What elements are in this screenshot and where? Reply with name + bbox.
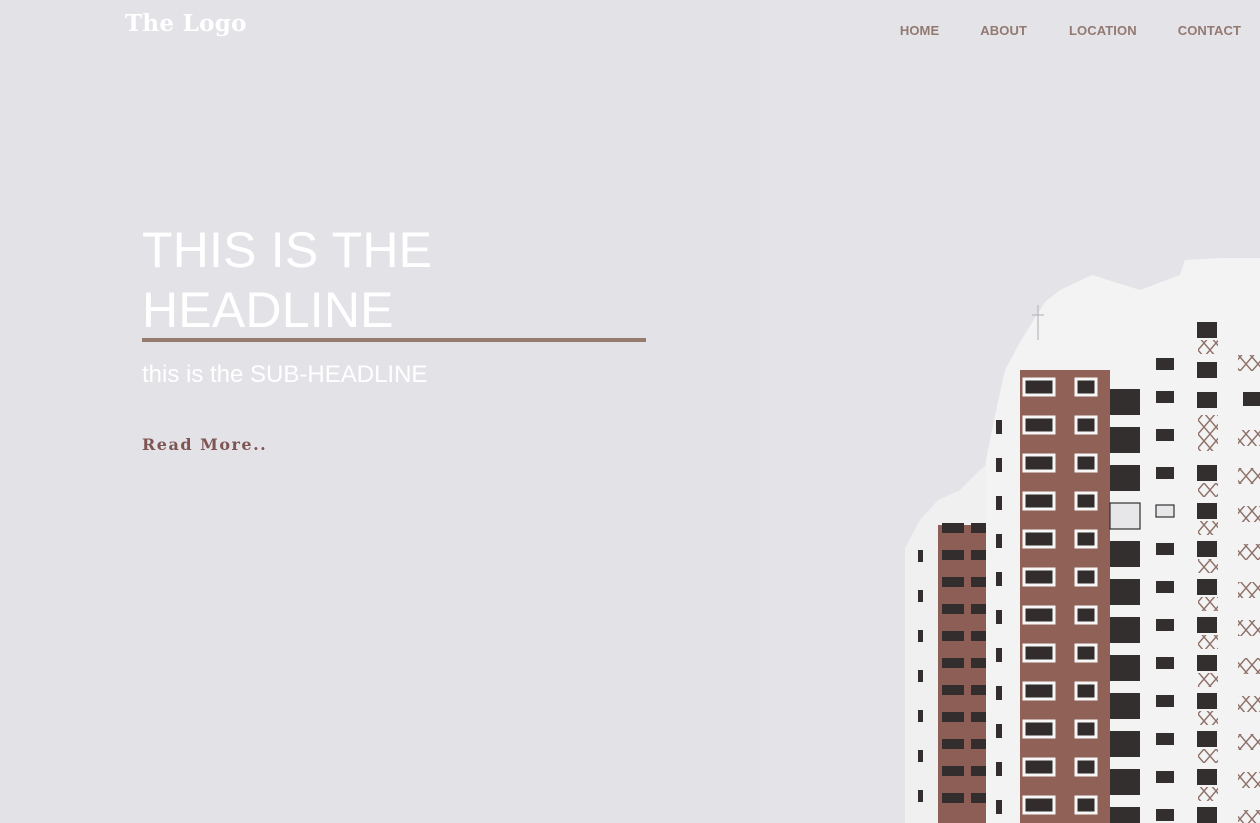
- hero-section: THIS IS THE HEADLINE this is the SUB-HEA…: [142, 220, 646, 454]
- landing-page: The Logo HOME ABOUT LOCATION CONTACT THI…: [0, 0, 1260, 823]
- headline: THIS IS THE HEADLINE: [142, 220, 472, 340]
- building-image: [760, 0, 1260, 823]
- read-more-link[interactable]: Read More..: [142, 435, 267, 454]
- building-illustration: [760, 0, 1260, 823]
- logo[interactable]: The Logo: [125, 10, 247, 37]
- sub-headline: this is the SUB-HEADLINE: [142, 361, 428, 388]
- headline-line-1: THIS IS THE: [142, 222, 433, 278]
- headline-line-2: HEADLINE: [142, 282, 394, 338]
